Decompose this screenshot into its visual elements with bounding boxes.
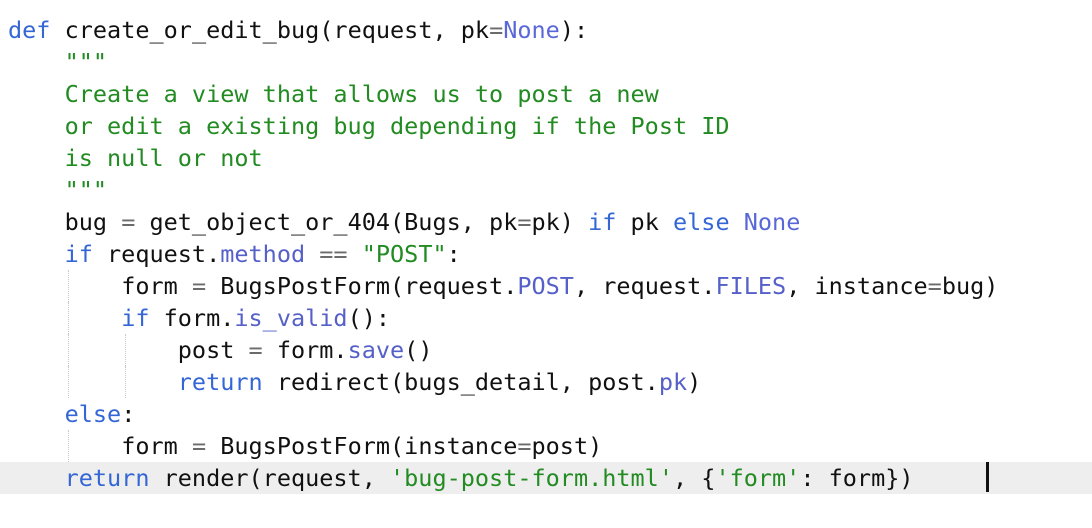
code-line-15-current[interactable]: return render(request, 'bug-post-form.ht… [0, 462, 1092, 494]
docstring-text: Create a view that allows us to post a n… [64, 80, 659, 108]
keyword-return: return [177, 368, 263, 396]
code-text: , request. [573, 272, 716, 300]
code-line-3[interactable]: Create a view that allows us to post a n… [0, 78, 1092, 110]
code-text: get_object_or_404(Bugs, pk [135, 208, 518, 236]
operator: = [121, 208, 136, 236]
code-line-8[interactable]: if request.method == "POST": [0, 238, 1092, 270]
attribute: is_valid [234, 304, 348, 332]
keyword-else: else [673, 208, 730, 236]
code-text: form. [262, 336, 348, 364]
docstring-text: is null or not [64, 144, 263, 172]
code-text: bug) [941, 272, 999, 300]
code-text: , instance [786, 272, 928, 300]
code-text: : [446, 240, 461, 268]
code-text: : form}) [800, 464, 914, 492]
builtin-none: None [743, 208, 801, 236]
string-literal: "POST" [361, 240, 447, 268]
operator: = [191, 432, 207, 460]
code-text: bug [64, 208, 122, 236]
indent-guide [125, 366, 126, 398]
code-line-11[interactable]: post = form.save() [0, 334, 1092, 366]
code-line-12[interactable]: return redirect(bugs_detail, post.pk) [0, 366, 1092, 398]
code-text: , { [672, 464, 716, 492]
keyword-if: if [588, 208, 617, 236]
code-text: form [121, 272, 192, 300]
code-line-14[interactable]: form = BugsPostForm(instance=post) [0, 430, 1092, 462]
code-line-2[interactable]: """ [0, 46, 1092, 78]
code-line-6[interactable]: """ [0, 174, 1092, 206]
code-text: post) [531, 432, 603, 460]
operator: = [191, 272, 207, 300]
operator: = [517, 208, 532, 236]
code-text: pk [616, 208, 673, 236]
keyword-def: def [8, 16, 51, 44]
code-line-10[interactable]: if form.is_valid(): [0, 302, 1092, 334]
code-text: redirect(bugs_detail, post. [262, 368, 659, 396]
keyword-if: if [64, 240, 93, 268]
code-text: post [177, 336, 249, 364]
indent-guide [68, 430, 69, 462]
indent-guide [68, 270, 69, 302]
string-literal: 'bug-post-form.html' [390, 464, 673, 492]
code-text: form. [149, 304, 235, 332]
code-text: ) [687, 368, 702, 396]
code-text: () [404, 336, 433, 364]
code-text: form [121, 432, 192, 460]
code-area[interactable]: def create_or_edit_bug(request, pk=None)… [0, 14, 1092, 494]
operator: = [517, 432, 532, 460]
function-name: create_or_edit_bug [64, 16, 320, 44]
keyword-if: if [121, 304, 150, 332]
code-line-1[interactable]: def create_or_edit_bug(request, pk=None)… [0, 14, 1092, 46]
operator: == [319, 240, 348, 268]
keyword-else: else [64, 400, 122, 428]
attribute: POST [517, 272, 574, 300]
code-text: (request, pk [319, 16, 490, 44]
attribute: save [347, 336, 405, 364]
indent-guide [68, 366, 69, 398]
builtin-none: None [503, 16, 560, 44]
indent-guide [68, 334, 69, 366]
code-line-7[interactable]: bug = get_object_or_404(Bugs, pk=pk) if … [0, 206, 1092, 238]
code-text: render(request, [149, 464, 391, 492]
code-text: request. [92, 240, 221, 268]
code-text: BugsPostForm(request. [206, 272, 518, 300]
operator: = [489, 16, 504, 44]
code-line-13[interactable]: else: [0, 398, 1092, 430]
code-line-5[interactable]: is null or not [0, 142, 1092, 174]
operator: = [248, 336, 263, 364]
code-text: ): [559, 16, 589, 44]
code-text: pk) [531, 208, 589, 236]
attribute: method [220, 240, 306, 268]
keyword-return: return [64, 464, 150, 492]
docstring-quote: """ [64, 48, 108, 76]
indent-guide [68, 302, 69, 334]
attribute: FILES [715, 272, 787, 300]
docstring-quote: """ [64, 176, 108, 204]
attribute: pk [658, 368, 688, 396]
operator: = [927, 272, 942, 300]
indent-guide [125, 334, 126, 366]
code-line-4[interactable]: or edit a existing bug depending if the … [0, 110, 1092, 142]
code-text: BugsPostForm(instance [206, 432, 518, 460]
code-text: (): [347, 304, 391, 332]
text-cursor [986, 462, 989, 492]
code-editor[interactable]: def create_or_edit_bug(request, pk=None)… [0, 0, 1092, 528]
string-literal: 'form' [715, 464, 801, 492]
docstring-text: or edit a existing bug depending if the … [64, 112, 730, 140]
code-text: : [121, 400, 136, 428]
code-line-9[interactable]: form = BugsPostForm(request.POST, reques… [0, 270, 1092, 302]
